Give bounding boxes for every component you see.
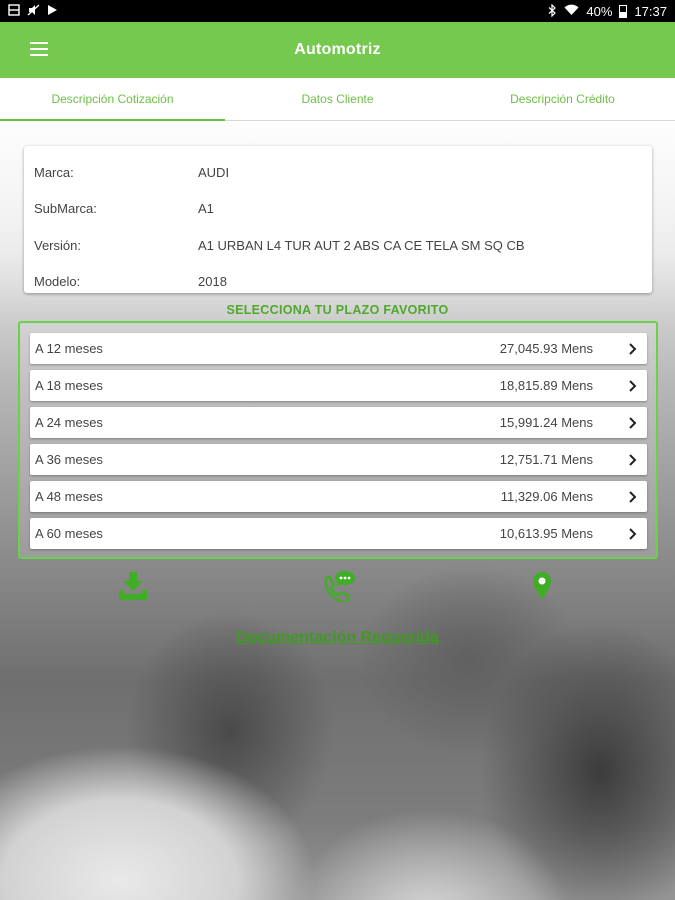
plazo-term: A 60 meses <box>35 526 103 541</box>
info-label: Modelo: <box>34 274 81 290</box>
status-bar: 40% 17:37 <box>0 0 675 22</box>
mute-icon <box>27 4 40 18</box>
plazo-item-18[interactable]: A 18 meses 18,815.89 Mens <box>30 370 647 401</box>
app-bar: Automotriz <box>0 22 675 78</box>
plazo-amount: 18,815.89 Mens <box>499 378 593 393</box>
plazo-item-36[interactable]: A 36 meses 12,751.71 Mens <box>30 444 647 475</box>
bluetooth-icon <box>548 3 557 19</box>
chevron-right-icon <box>619 342 647 355</box>
hamburger-menu-icon[interactable] <box>30 42 48 56</box>
documentacion-requerida-link[interactable]: Documentación Requerida <box>0 629 675 647</box>
tab-descripcion-cotizacion[interactable]: Descripción Cotización <box>0 78 225 121</box>
info-row-modelo: Modelo: 2018 <box>24 264 652 301</box>
chevron-right-icon <box>619 490 647 503</box>
plazo-list: A 12 meses 27,045.93 Mens A 18 meses 18,… <box>18 321 658 559</box>
play-store-icon <box>47 4 58 18</box>
chevron-right-icon <box>619 527 647 540</box>
download-icon[interactable] <box>113 566 153 606</box>
tab-datos-cliente[interactable]: Datos Cliente <box>225 78 450 120</box>
plazo-term: A 48 meses <box>35 489 103 504</box>
status-right: 40% 17:37 <box>548 3 667 19</box>
info-value: A1 <box>198 201 214 217</box>
wifi-icon <box>564 4 579 18</box>
status-left <box>8 4 58 18</box>
vehicle-info-card: Marca: AUDI SubMarca: A1 Versión: A1 URB… <box>24 146 652 293</box>
chevron-right-icon <box>619 453 647 466</box>
tab-bar: Descripción Cotización Datos Cliente Des… <box>0 78 675 121</box>
clock: 17:37 <box>634 3 667 19</box>
app-title: Automotriz <box>294 41 381 58</box>
plazo-term: A 18 meses <box>35 378 103 393</box>
info-label: Versión: <box>34 237 81 253</box>
battery-percent: 40% <box>586 3 613 19</box>
plazo-item-48[interactable]: A 48 meses 11,329.06 Mens <box>30 481 647 512</box>
tab-descripcion-credito[interactable]: Descripción Crédito <box>450 78 675 120</box>
info-row-marca: Marca: AUDI <box>24 154 652 191</box>
plazo-heading: SELECCIONA TU PLAZO FAVORITO <box>226 303 449 317</box>
battery-icon <box>619 4 628 18</box>
plazo-item-24[interactable]: A 24 meses 15,991.24 Mens <box>30 407 647 438</box>
info-value: 2018 <box>198 274 227 290</box>
plazo-amount: 10,613.95 Mens <box>499 526 593 541</box>
info-label: Marca: <box>34 164 74 180</box>
plazo-item-12[interactable]: A 12 meses 27,045.93 Mens <box>30 333 647 364</box>
plazo-item-60[interactable]: A 60 meses 10,613.95 Mens <box>30 518 647 549</box>
plazo-amount: 12,751.71 Mens <box>499 452 593 467</box>
chevron-right-icon <box>619 416 647 429</box>
info-value: A1 URBAN L4 TUR AUT 2 ABS CA CE TELA SM … <box>198 237 525 253</box>
info-row-version: Versión: A1 URBAN L4 TUR AUT 2 ABS CA CE… <box>24 227 652 264</box>
location-pin-icon[interactable] <box>522 566 562 606</box>
plazo-amount: 11,329.06 Mens <box>500 489 593 504</box>
plazo-amount: 27,045.93 Mens <box>499 341 593 356</box>
info-label: SubMarca: <box>34 201 97 217</box>
plazo-term: A 12 meses <box>35 341 103 356</box>
phone-chat-icon[interactable] <box>318 566 358 606</box>
info-value: AUDI <box>198 164 230 180</box>
plazo-amount: 15,991.24 Mens <box>499 415 593 430</box>
plazo-term: A 36 meses <box>35 452 103 467</box>
chevron-right-icon <box>619 379 647 392</box>
gallery-icon <box>8 4 20 18</box>
plazo-term: A 24 meses <box>35 415 103 430</box>
info-row-submarca: SubMarca: A1 <box>24 191 652 228</box>
